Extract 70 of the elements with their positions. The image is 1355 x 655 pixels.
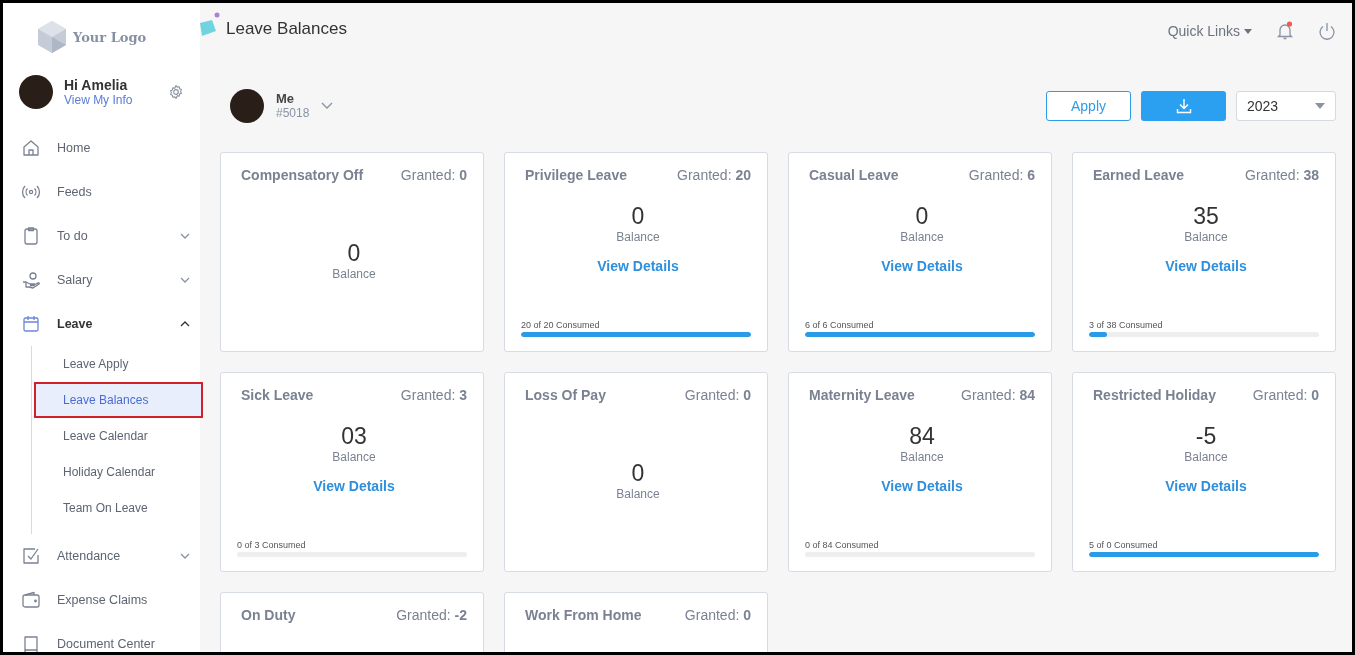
leave-type-title: Maternity Leave [809, 387, 915, 403]
leave-type-title: Privilege Leave [525, 167, 627, 183]
leave-type-title: Casual Leave [809, 167, 899, 183]
balance-value: 0 [915, 203, 929, 230]
nav-item[interactable]: Expense Claims [3, 578, 200, 622]
balance-value: 0 [347, 239, 361, 267]
balance-value: 84 [909, 423, 935, 450]
submenu-item[interactable]: Leave Calendar [34, 418, 203, 454]
consumed-label: 0 of 84 Consumed [805, 540, 879, 550]
leave-type-title: Compensatory Off [241, 167, 364, 183]
view-details-link[interactable]: View Details [313, 478, 395, 494]
leave-type-title: Restricted Holiday [1093, 387, 1216, 403]
granted-count: Granted: 6 [968, 167, 1035, 183]
granted-count: Granted: 0 [684, 607, 751, 623]
balance-label: Balance [900, 230, 944, 244]
view-details-link[interactable]: View Details [1165, 478, 1247, 494]
logo-text: Your Logo [73, 29, 147, 45]
submenu-item[interactable]: Holiday Calendar [34, 454, 203, 490]
consumed-label: 5 of 0 Consumed [1089, 540, 1158, 550]
leave-type-title: Sick Leave [241, 387, 314, 403]
nav-item[interactable]: Document Center [3, 622, 200, 652]
granted-count: Granted: 84 [961, 387, 1035, 403]
view-my-info-link[interactable]: View My Info [64, 93, 157, 107]
view-details-link[interactable]: View Details [1165, 258, 1247, 274]
consumed-label: 20 of 20 Consumed [521, 320, 600, 330]
view-details-link[interactable]: View Details [881, 478, 963, 494]
quick-links-dropdown[interactable]: Quick Links [1167, 23, 1252, 39]
granted-count: Granted: 3 [400, 387, 467, 403]
granted-count: Granted: 0 [1252, 387, 1319, 403]
granted-count: Granted: -2 [396, 607, 467, 623]
nav-item[interactable]: Attendance [3, 534, 200, 578]
consumed-label: 0 of 3 Consumed [237, 540, 306, 550]
view-details-link[interactable]: View Details [597, 258, 679, 274]
year-dropdown[interactable]: 2023 [1236, 90, 1336, 121]
employee-id: #5018 [276, 106, 310, 120]
balance-label: Balance [332, 450, 376, 464]
balance-label: Balance [1184, 450, 1228, 464]
view-details-link[interactable]: View Details [881, 258, 963, 274]
balance-value: 35 [1193, 203, 1219, 230]
consumed-label: 3 of 38 Consumed [1089, 320, 1163, 330]
employee-name: Me [276, 91, 296, 106]
leave-type-title: On Duty [241, 607, 296, 623]
employee-selector[interactable]: Me #5018 [230, 88, 334, 123]
nav-item[interactable]: Home [3, 126, 200, 170]
leave-type-title: Work From Home [525, 607, 642, 623]
granted-count: Granted: 38 [1245, 167, 1319, 183]
leave-type-title: Earned Leave [1093, 167, 1185, 183]
page-title: Leave Balances [226, 19, 347, 39]
nav-item[interactable]: Feeds [3, 170, 200, 214]
submenu-item[interactable]: Leave Balances [34, 382, 203, 418]
balance-value: -5 [1195, 423, 1217, 450]
balance-label: Balance [1184, 230, 1228, 244]
granted-count: Granted: 0 [684, 387, 751, 403]
nav-item[interactable]: Salary [3, 258, 200, 302]
submenu-item[interactable]: Leave Apply [34, 346, 203, 382]
granted-count: Granted: 20 [677, 167, 751, 183]
granted-count: Granted: 0 [400, 167, 467, 183]
leave-type-title: Loss Of Pay [525, 387, 606, 403]
balance-value: 03 [341, 423, 367, 450]
submenu-item[interactable]: Team On Leave [34, 490, 203, 526]
balance-label: Balance [900, 450, 944, 464]
nav-item[interactable]: Leave [3, 302, 200, 346]
balance-value: 0 [631, 459, 645, 487]
balance-value: 0 [631, 203, 645, 230]
balance-label: Balance [332, 266, 376, 281]
balance-label: Balance [616, 486, 660, 501]
user-greeting: Hi Amelia [64, 77, 129, 93]
consumed-label: 6 of 6 Consumed [805, 320, 874, 330]
balance-label: Balance [616, 230, 660, 244]
nav-item[interactable]: To do [3, 214, 200, 258]
